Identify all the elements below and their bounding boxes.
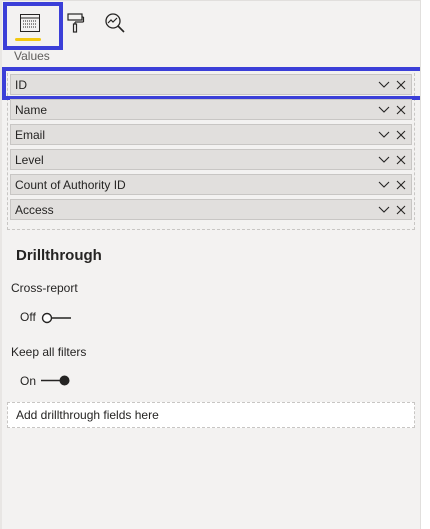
keep-all-filters-state-text: On <box>20 374 37 388</box>
format-tab-button[interactable] <box>58 6 92 40</box>
field-pill-access[interactable]: Access <box>10 199 412 220</box>
field-pill-level[interactable]: Level <box>10 149 412 170</box>
close-icon[interactable] <box>394 203 408 217</box>
keep-all-filters-toggle[interactable] <box>39 374 71 387</box>
analytics-tab-button[interactable] <box>98 6 132 40</box>
field-pill-label: Access <box>15 202 54 217</box>
close-icon[interactable] <box>394 178 408 192</box>
keep-all-filters-label: Keep all filters <box>11 345 87 359</box>
chevron-down-icon[interactable] <box>377 178 391 192</box>
field-pill-label: Count of Authority ID <box>15 177 126 192</box>
drillthrough-heading: Drillthrough <box>16 247 102 264</box>
field-pill-email[interactable]: Email <box>10 124 412 145</box>
close-icon[interactable] <box>394 128 408 142</box>
chevron-down-icon[interactable] <box>377 103 391 117</box>
analytics-magnifier-icon <box>104 12 126 34</box>
drillthrough-well-placeholder: Add drillthrough fields here <box>16 408 159 422</box>
field-pill-label: Name <box>15 102 48 117</box>
field-pill-label: Level <box>15 152 44 167</box>
chevron-down-icon[interactable] <box>377 153 391 167</box>
highlight-box-id-field <box>2 67 425 100</box>
highlight-box-fields-tab <box>3 2 63 50</box>
chevron-down-icon[interactable] <box>377 203 391 217</box>
cross-report-toggle[interactable] <box>41 311 72 324</box>
cross-report-label: Cross-report <box>11 281 78 295</box>
cross-report-state-text: Off <box>20 310 36 324</box>
values-section-label: Values <box>14 49 50 63</box>
drillthrough-field-well[interactable]: Add drillthrough fields here <box>7 402 415 428</box>
field-pill-count-of-authority-id[interactable]: Count of Authority ID <box>10 174 412 195</box>
pane-scroll-edge <box>420 0 430 529</box>
format-paint-roller-icon <box>65 12 85 34</box>
close-icon[interactable] <box>394 153 408 167</box>
field-pill-label: Email <box>15 127 46 142</box>
visualizations-pane: Values ID Name Email Level Count of Auth… <box>0 0 425 529</box>
top-divider <box>0 0 421 4</box>
close-icon[interactable] <box>394 103 408 117</box>
chevron-down-icon[interactable] <box>377 128 391 142</box>
field-pill-name[interactable]: Name <box>10 99 412 120</box>
